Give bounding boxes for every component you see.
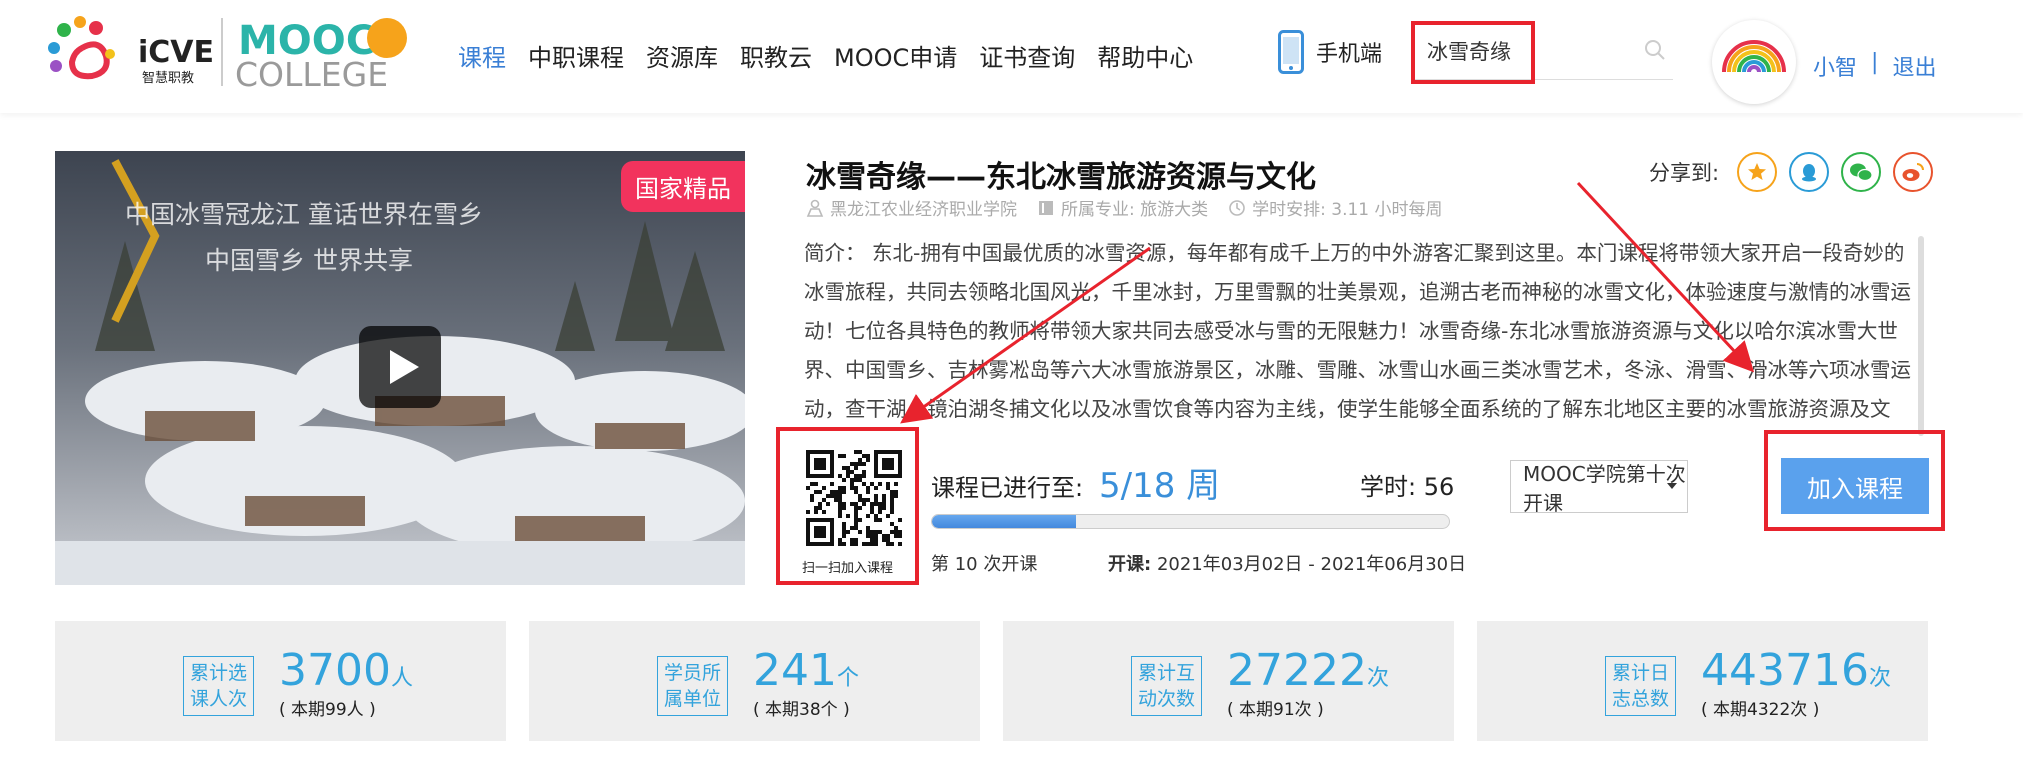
course-dates: 开课: 2021年03月02日 - 2021年06月30日 [1108, 550, 1466, 576]
user-link-separator: | [1871, 50, 1879, 75]
dates-label: 开课: [1108, 554, 1152, 575]
share-wechat-button[interactable] [1841, 152, 1882, 192]
nav-item-certificate[interactable]: 证书查询 [979, 38, 1075, 73]
course-hours: 学时: 56 [1360, 473, 1455, 501]
mobile-link[interactable]: 手机端 [1278, 30, 1382, 74]
intro-scrollbar[interactable] [1918, 236, 1924, 436]
stat-value: 443716次 [1701, 645, 1891, 696]
svg-text:智慧职教: 智慧职教 [142, 70, 194, 86]
stat-card-enrollments: 累计选课人次 3700人 ( 本期99人 ) [55, 621, 506, 741]
nav-item-courses[interactable]: 课程 [458, 38, 506, 73]
session-number: 第 10 次开课 [931, 554, 1038, 575]
qq-share-icon [1802, 164, 1817, 182]
share-bar: 分享到: [1649, 152, 1934, 192]
meta-major: 所属专业: 旅游大类 [1037, 195, 1208, 220]
meta-schedule: 学时安排: 3.11 小时每周 [1228, 195, 1443, 220]
nav-item-mooc-apply[interactable]: MOOC申请 [834, 38, 957, 73]
mobile-label: 手机端 [1316, 42, 1383, 67]
clock-icon [1229, 199, 1245, 216]
progress-bar-fill [932, 515, 1076, 528]
wechat-share-icon [1850, 163, 1873, 182]
user-links: 小智 | 退出 [1813, 50, 1936, 82]
stat-sub: ( 本期4322次 ) [1701, 700, 1820, 720]
cover-caption-2: 中国雪乡 世界共享 [205, 246, 413, 275]
stat-sub: ( 本期99人 ) [279, 700, 376, 720]
course-intro: 简介： 东北-拥有中国最优质的冰雪资源，每年都有成千上万的中外游客汇聚到这里。本… [804, 241, 1911, 440]
dates-value: 2021年03月02日 - 2021年06月30日 [1156, 554, 1467, 575]
stat-card-units: 学员所属单位 241个 ( 本期38个 ) [529, 621, 980, 741]
phone-icon [1278, 30, 1304, 74]
chevron-down-icon [1667, 483, 1677, 489]
progress-bar [931, 514, 1450, 529]
stat-card-interactions: 累计互动次数 27222次 ( 本期91次 ) [1003, 621, 1454, 741]
logout-link[interactable]: 退出 [1892, 50, 1936, 82]
course-title: 冰雪奇缘——东北冰雪旅游资源与文化 [806, 160, 1316, 195]
school-name: 黑龙江农业经济职业学院 [830, 200, 1017, 220]
star-share-icon [1748, 163, 1767, 180]
main-nav: 课程 中职课程 资源库 职教云 MOOC申请 证书查询 帮助中心 [458, 38, 1193, 73]
stat-label: 累计选课人次 [183, 656, 254, 716]
stat-value: 27222次 [1227, 645, 1389, 696]
qr-code[interactable] [806, 450, 902, 546]
cover-caption-1: 中国冰雪冠龙江 童话世界在雪乡 [125, 200, 483, 229]
avatar-icon [1722, 40, 1786, 73]
search-highlight-box [1411, 21, 1535, 84]
share-qq-button[interactable] [1789, 152, 1830, 192]
top-header: iCVE 智慧职教 MOOC COLLEGE 课程 中职课程 资源库 职教云 M… [0, 0, 2023, 113]
weibo-share-icon [1902, 163, 1925, 181]
search-icon[interactable] [1643, 38, 1667, 62]
progress-label: 课程已进行至: [931, 474, 1084, 502]
qr-caption: 扫一扫加入课程 [801, 561, 893, 576]
play-button[interactable] [359, 326, 441, 408]
schedule-text: 学时安排: 3.11 小时每周 [1252, 200, 1443, 220]
stat-card-logs: 累计日志总数 443716次 ( 本期4322次 ) [1477, 621, 1928, 741]
stat-sub: ( 本期38个 ) [753, 700, 850, 720]
session-select[interactable]: MOOC学院第十次开课 [1510, 460, 1688, 515]
stat-value: 3700人 [279, 645, 413, 696]
nav-item-help[interactable]: 帮助中心 [1097, 38, 1193, 73]
share-star-button[interactable] [1737, 152, 1778, 192]
stat-label: 学员所属单位 [657, 656, 728, 716]
svg-text:iCVE: iCVE [138, 35, 214, 70]
stat-label: 累计日志总数 [1605, 656, 1676, 716]
course-cover-video[interactable]: 中国冰雪冠龙江 童话世界在雪乡 中国雪乡 世界共享 国家精品 [55, 151, 745, 585]
avatar[interactable] [1712, 20, 1796, 104]
nav-item-zjy[interactable]: 职教云 [740, 38, 812, 73]
session-select-value: MOOC学院第十次开课 [1523, 461, 1686, 515]
play-icon [390, 350, 419, 384]
join-course-button[interactable]: 加入课程 [1781, 458, 1929, 514]
share-weibo-button[interactable] [1893, 152, 1934, 192]
school-icon [806, 199, 824, 217]
svg-text:COLLEGE: COLLEGE [235, 55, 388, 92]
stat-value: 241个 [753, 645, 859, 696]
stat-label: 累计互动次数 [1131, 656, 1202, 716]
nav-item-secondary-courses[interactable]: 中职课程 [528, 38, 624, 73]
qr-code-box: 扫一扫加入课程 [776, 427, 919, 585]
course-meta: 黑龙江农业经济职业学院 所属专业: 旅游大类 学时安排: 3.11 小时每周 [806, 195, 1443, 220]
icve-flower-icon [48, 16, 115, 80]
progress-value: 5/18 周 [1099, 466, 1221, 506]
national-quality-badge: 国家精品 [621, 161, 745, 212]
site-logo[interactable]: iCVE 智慧职教 MOOC COLLEGE [42, 12, 422, 92]
share-label: 分享到: [1649, 161, 1720, 185]
nav-item-resources[interactable]: 资源库 [646, 38, 718, 73]
major-text: 所属专业: 旅游大类 [1061, 200, 1209, 220]
book-icon [1039, 200, 1053, 215]
user-name-link[interactable]: 小智 [1813, 50, 1857, 82]
meta-school: 黑龙江农业经济职业学院 [806, 195, 1017, 220]
stat-sub: ( 本期91次 ) [1227, 700, 1324, 720]
